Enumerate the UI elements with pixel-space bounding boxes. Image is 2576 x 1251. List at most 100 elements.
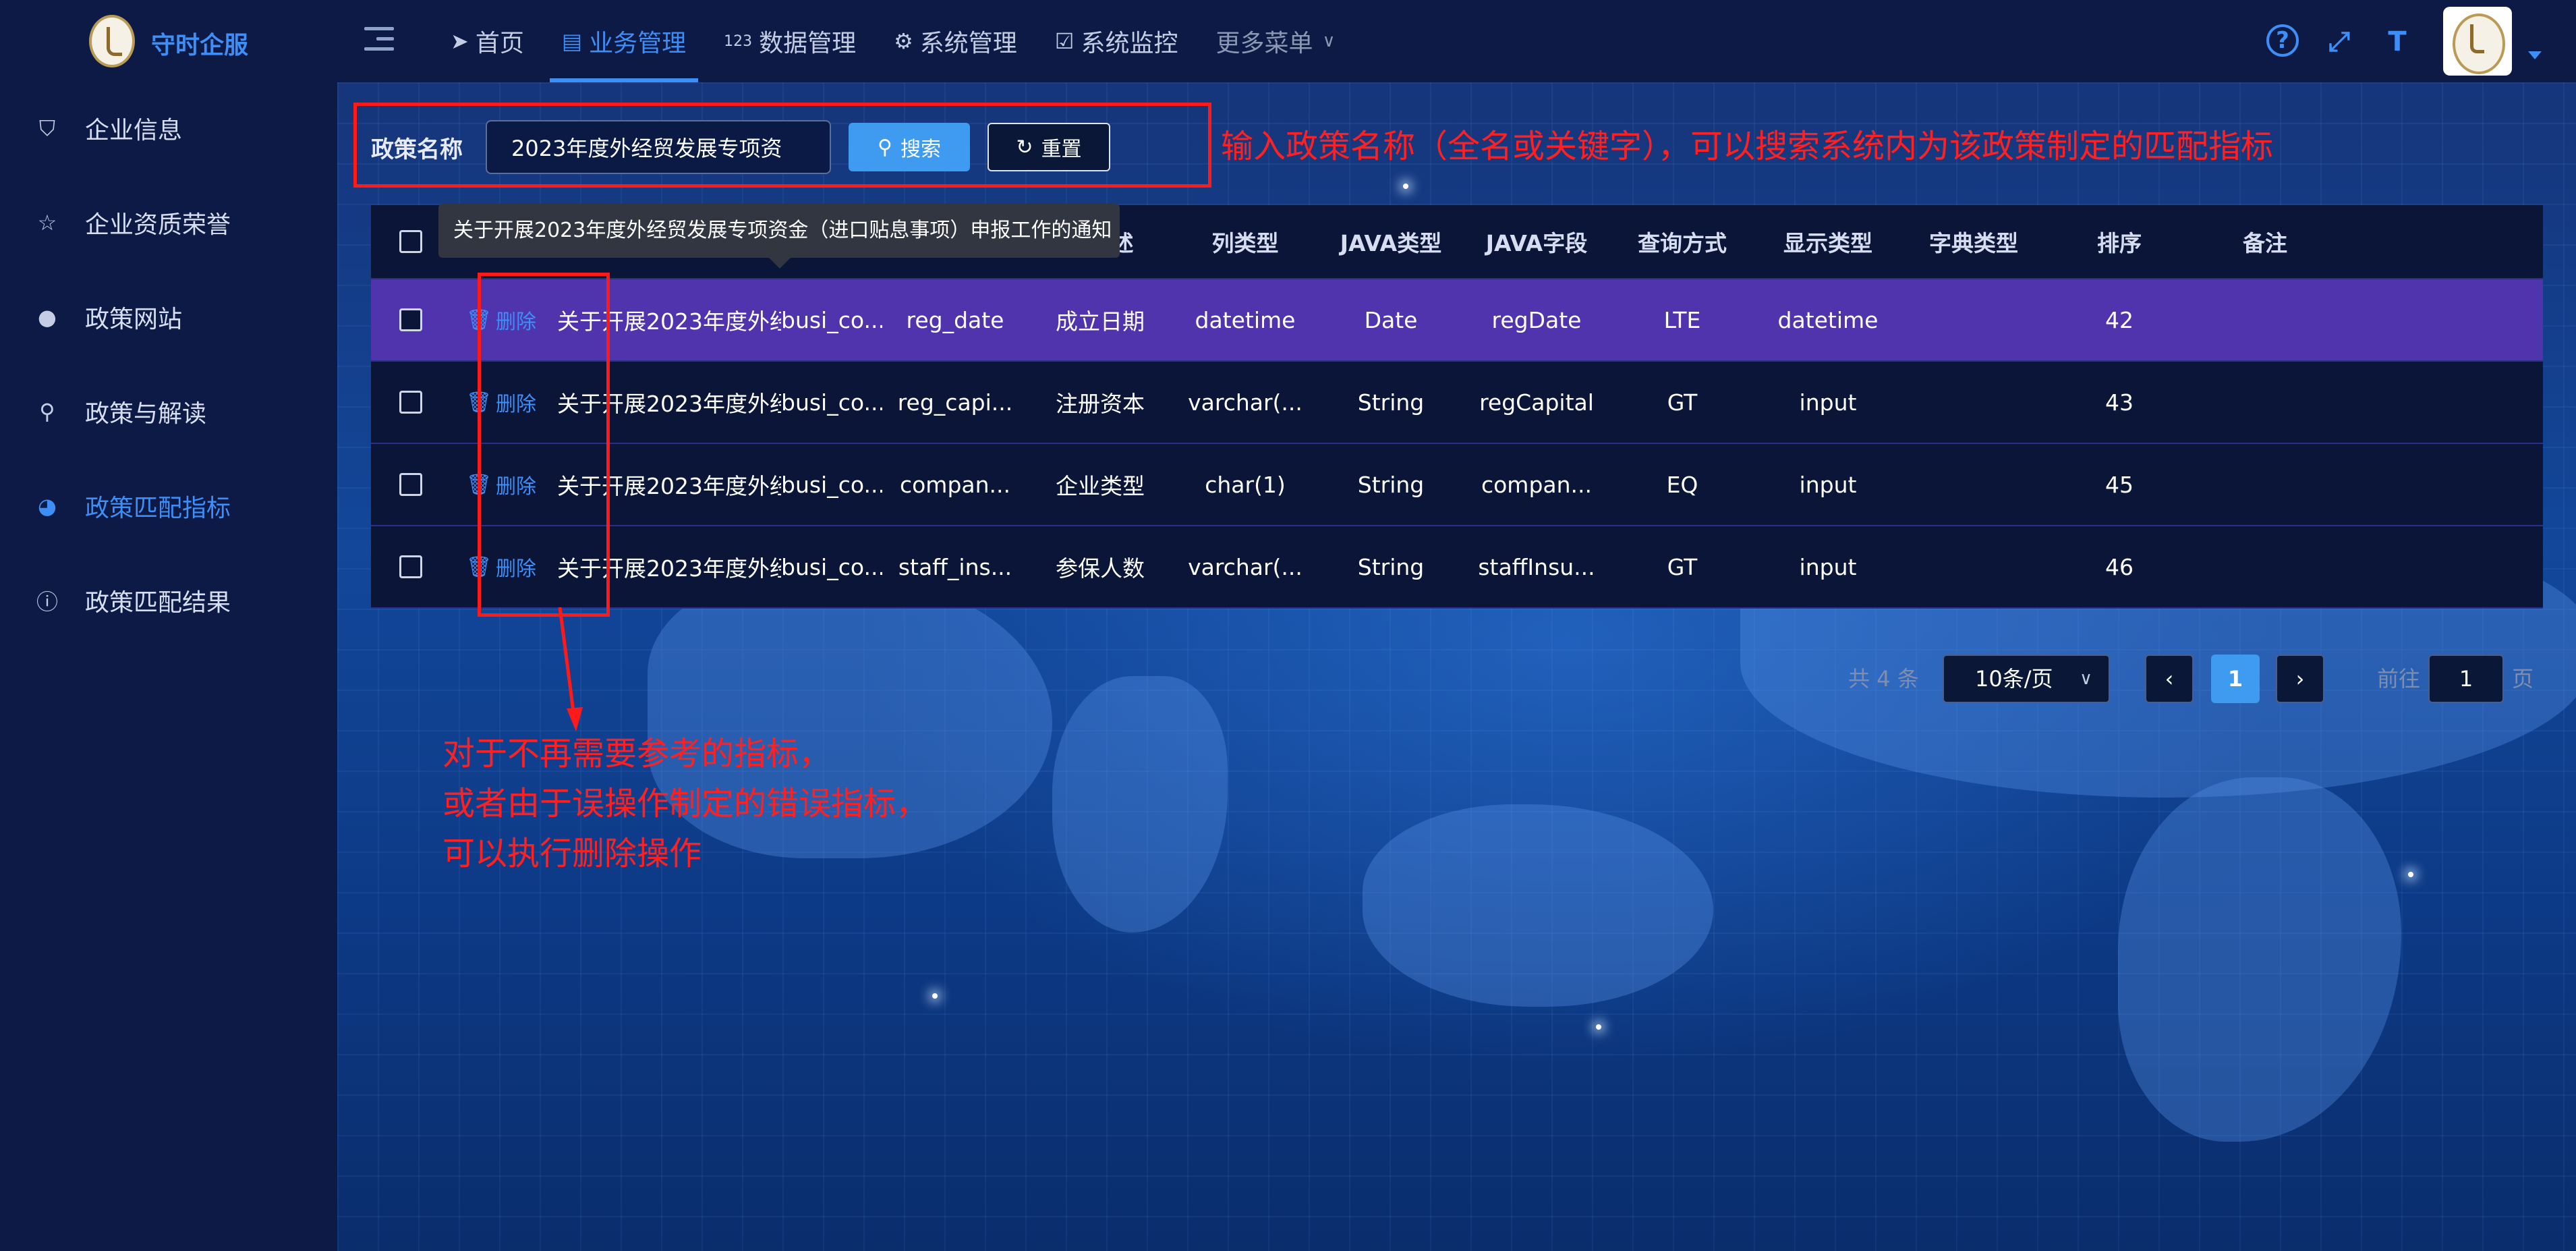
star-icon: ☆ (37, 210, 57, 235)
brand-logo (89, 15, 135, 67)
help-icon[interactable]: ? (2266, 24, 2299, 57)
java-type-cell: String (1357, 553, 1425, 580)
nav-item-label: 系统管理 (919, 30, 1017, 57)
background-star (1596, 1024, 1601, 1030)
background-star (2408, 872, 2413, 877)
table-row[interactable]: 🗑删除 关于开展2023年度外经贸... busi_co... reg_capi… (371, 362, 2543, 444)
row-checkbox[interactable] (399, 473, 422, 496)
avatar[interactable] (2443, 7, 2512, 76)
font-size-icon[interactable]: T (2380, 24, 2415, 59)
column-type-cell: char(1) (1205, 471, 1286, 498)
nav-item-monitor[interactable]: ☑ 系统监控 (1036, 0, 1197, 82)
monitor-icon: ☑ (1054, 28, 1075, 54)
header-cell: 字典类型 (1929, 230, 2018, 256)
column-desc-cell: 企业类型 (1056, 473, 1145, 499)
globe-icon: ● (38, 304, 57, 330)
column-desc-cell: 成立日期 (1056, 308, 1145, 335)
page-unit-label: 页 (2512, 666, 2534, 692)
table-row[interactable]: 🗑删除 关于开展2023年度外经贸... busi_co... compan..… (371, 444, 2543, 526)
sort-cell: 43 (2105, 389, 2134, 416)
document-edit-icon: ▤ (561, 28, 583, 54)
sidebar-item-policy-sites[interactable]: ● 政策网站 (0, 270, 337, 364)
header-cell: 查询方式 (1638, 230, 1727, 256)
nav-item-system[interactable]: ⚙ 系统管理 (875, 0, 1036, 82)
sidebar-item-label: 企业资质荣誉 (85, 211, 231, 239)
next-page-button[interactable]: › (2276, 655, 2324, 703)
sidebar-item-label: 政策匹配指标 (85, 495, 231, 522)
fullscreen-icon[interactable]: ⤢ (2322, 24, 2357, 59)
delete-annotation-line: 对于不再需要参考的指标， (442, 735, 832, 773)
question-icon: ⓘ (36, 589, 58, 615)
query-type-cell: LTE (1663, 306, 1701, 333)
sidebar: ⛉ 企业信息 ☆ 企业资质荣誉 ● 政策网站 ⚲ 政策与解读 ◕ 政策匹配指标 … (0, 82, 337, 1251)
column-name-cell: staff_ins... (898, 553, 1012, 580)
prev-page-button[interactable]: ‹ (2145, 655, 2194, 703)
nav-item-label: 首页 (475, 30, 524, 57)
nav-more-label: 更多菜单 (1215, 30, 1313, 57)
sidebar-item-label: 政策网站 (85, 306, 183, 333)
java-field-cell: regDate (1491, 306, 1582, 333)
goto-page-input[interactable]: 1 (2428, 655, 2504, 703)
numbers-icon: 123 (724, 32, 753, 50)
display-type-cell: input (1799, 389, 1857, 416)
search-icon: ⚲ (39, 399, 55, 424)
row-checkbox-cell (371, 555, 451, 578)
display-type-cell: input (1799, 553, 1857, 580)
row-checkbox-cell (371, 391, 451, 414)
caret-down-icon[interactable] (2528, 51, 2542, 59)
header-cell: JAVA字段 (1485, 230, 1588, 256)
delete-annotation-line: 或者由于误操作制定的错误指标， (442, 785, 929, 823)
row-checkbox[interactable] (399, 308, 422, 331)
annotation-arrow (558, 607, 583, 731)
policy-tooltip: 关于开展2023年度外经贸发展专项资金（进口贴息事项）申报工作的通知 (438, 204, 1120, 269)
sidebar-item-label: 企业信息 (85, 117, 183, 144)
query-type-cell: GT (1667, 553, 1698, 580)
chevron-down-icon: ∨ (1322, 31, 1336, 51)
row-checkbox-cell (371, 308, 451, 331)
nav-more-menu[interactable]: 更多菜单 ∨ (1197, 0, 1354, 82)
toolbar-icons: ? ⤢ T (2266, 24, 2415, 59)
delete-annotation-text: 对于不再需要参考的指标， 或者由于误操作制定的错误指标， 可以执行删除操作 (442, 729, 928, 879)
column-type-cell: varchar(... (1188, 389, 1303, 416)
sidebar-item-label: 政策与解读 (85, 400, 207, 428)
table-name-cell: busi_co... (781, 306, 882, 333)
row-checkbox[interactable] (399, 391, 422, 414)
row-checkbox[interactable] (399, 555, 422, 578)
delete-annotation-box (478, 273, 610, 617)
page-number-button[interactable]: 1 (2211, 655, 2260, 703)
column-name-cell: reg_capi... (897, 389, 1013, 416)
sidebar-item-policy-results[interactable]: ⓘ 政策匹配结果 (0, 553, 337, 648)
column-type-cell: varchar(... (1188, 553, 1303, 580)
column-desc-cell: 参保人数 (1056, 555, 1145, 582)
page-size-select[interactable]: 10条/页 ∨ (1943, 655, 2110, 703)
java-field-cell: regCapital (1479, 389, 1594, 416)
nav-item-home[interactable]: ➤ 首页 (432, 0, 543, 82)
table-row[interactable]: 🗑删除 关于开展2023年度外经贸... busi_co... staff_in… (371, 526, 2543, 609)
nav-item-business[interactable]: ▤ 业务管理 (543, 0, 705, 82)
column-name-cell: compan... (899, 471, 1011, 498)
sidebar-item-qualifications[interactable]: ☆ 企业资质荣誉 (0, 175, 337, 270)
chevron-right-icon: › (2295, 666, 2305, 692)
table-row[interactable]: 🗑删除 关于开展2023年度外经贸... busi_co... reg_date… (371, 279, 2543, 362)
background-star (1403, 184, 1408, 189)
nav-item-data[interactable]: 123 数据管理 (705, 0, 875, 82)
sidebar-item-policy-indicators[interactable]: ◕ 政策匹配指标 (0, 459, 337, 553)
sidebar-item-company-info[interactable]: ⛉ 企业信息 (0, 81, 337, 175)
background-star (932, 993, 938, 999)
select-all-checkbox[interactable] (399, 230, 422, 253)
query-type-cell: EQ (1666, 471, 1698, 498)
indicator-table: 列名 列描述 列类型 JAVA类型 JAVA字段 查询方式 显示类型 字典类型 … (371, 205, 2543, 609)
menu-fold-icon[interactable] (364, 27, 394, 54)
shield-icon: ⛉ (38, 115, 55, 141)
send-icon: ➤ (451, 28, 469, 54)
sidebar-item-policy-interpretation[interactable]: ⚲ 政策与解读 (0, 364, 337, 459)
brand-name: 守时企服 (151, 32, 249, 59)
java-type-cell: String (1357, 389, 1425, 416)
delete-annotation-line: 可以执行删除操作 (442, 835, 702, 872)
display-type-cell: input (1799, 471, 1857, 498)
goto-label: 前往 (2377, 666, 2421, 692)
nav-item-label: 系统监控 (1081, 30, 1178, 57)
gear-icon: ⚙ (894, 28, 913, 54)
java-type-cell: Date (1364, 306, 1418, 333)
nav-item-label: 业务管理 (589, 30, 687, 57)
